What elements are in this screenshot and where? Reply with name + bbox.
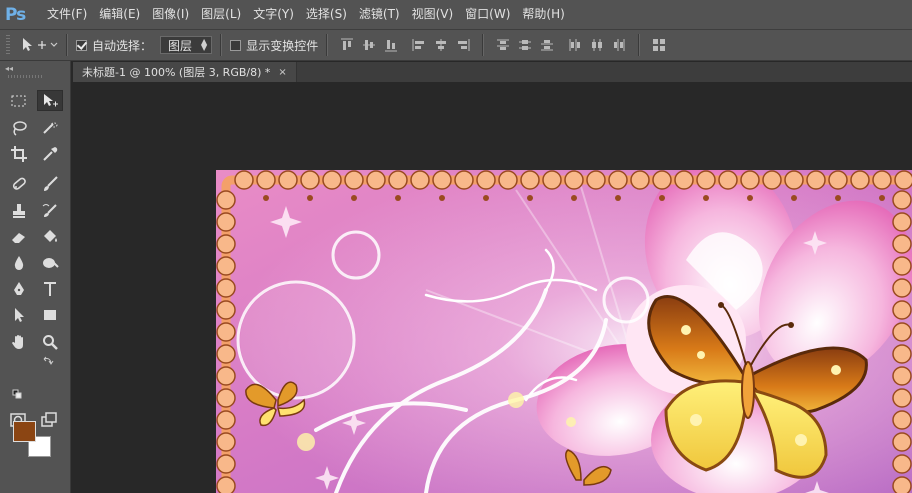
rect-marquee-tool-icon[interactable]: [6, 90, 32, 111]
path-selection-tool-icon[interactable]: [6, 304, 32, 325]
zoom-tool-icon[interactable]: [37, 331, 63, 352]
separator: [482, 34, 485, 56]
menu-bar: Ps 文件(F) 编辑(E) 图像(I) 图层(L) 文字(Y) 选择(S) 滤…: [0, 0, 912, 29]
move-tool-icon[interactable]: [37, 90, 63, 111]
auto-align-layers-icon[interactable]: [652, 38, 666, 52]
type-tool-icon[interactable]: [37, 278, 63, 299]
tools-panel: ◂◂: [0, 61, 71, 493]
collapse-icon[interactable]: ◂◂: [5, 64, 13, 73]
align-top-edges-icon[interactable]: [340, 38, 354, 52]
move-tool-icon: [23, 38, 46, 51]
tools-panel-grip[interactable]: [8, 75, 44, 78]
auto-select-value: 图层: [168, 38, 193, 53]
align-left-edges-icon[interactable]: [412, 38, 426, 52]
menu-file[interactable]: 文件(F): [41, 0, 93, 29]
distribute-top-icon[interactable]: [496, 38, 510, 52]
show-transform-label: 显示变换控件: [246, 38, 319, 53]
blur-tool-icon[interactable]: [6, 252, 32, 273]
menu-image[interactable]: 图像(I): [146, 0, 195, 29]
spot-healing-brush-tool-icon[interactable]: [6, 173, 32, 194]
butterfly-artwork-image: [216, 170, 912, 493]
tool-preset-picker[interactable]: [20, 37, 58, 53]
select-arrows-icon: ▲ ▼: [201, 37, 208, 52]
separator: [638, 34, 641, 56]
distribute-bottom-icon[interactable]: [540, 38, 554, 52]
options-bar-grip[interactable]: [6, 35, 10, 55]
close-icon[interactable]: ×: [278, 67, 286, 78]
align-horizontal-centers-icon[interactable]: [434, 38, 448, 52]
foreground-color-swatch[interactable]: [13, 421, 36, 442]
rectangle-tool-icon[interactable]: [37, 304, 63, 325]
menu-type[interactable]: 文字(Y): [247, 0, 300, 29]
menu-view[interactable]: 视图(V): [406, 0, 460, 29]
options-bar: 自动选择： 图层 ▲ ▼ 显示变换控件: [0, 29, 912, 61]
clone-stamp-tool-icon[interactable]: [6, 200, 32, 221]
quick-selection-tool-icon[interactable]: [37, 117, 63, 138]
document-tab-title: 未标题-1 @ 100% (图层 3, RGB/8) *: [82, 66, 271, 79]
swap-colors-icon[interactable]: [42, 356, 54, 366]
photoshop-logo: Ps: [5, 4, 26, 25]
separator: [220, 34, 223, 56]
document-canvas[interactable]: [216, 170, 912, 493]
align-right-edges-icon[interactable]: [456, 38, 470, 52]
distribute-vertical-centers-icon[interactable]: [518, 38, 532, 52]
brush-tool-icon[interactable]: [37, 173, 63, 194]
separator: [66, 34, 68, 56]
menu-filter[interactable]: 滤镜(T): [353, 0, 406, 29]
menu-help[interactable]: 帮助(H): [516, 0, 570, 29]
menu-layer[interactable]: 图层(L): [195, 0, 247, 29]
default-colors-icon[interactable]: [12, 389, 22, 399]
show-transform-checkbox[interactable]: [230, 39, 242, 51]
eyedropper-tool-icon[interactable]: [37, 143, 63, 164]
history-brush-tool-icon[interactable]: [37, 200, 63, 221]
paint-bucket-tool-icon[interactable]: [37, 226, 63, 247]
chevron-down-icon: [50, 42, 58, 47]
screen-mode-icon[interactable]: [36, 409, 62, 430]
menu-select[interactable]: 选择(S): [300, 0, 353, 29]
distribute-horizontal-centers-icon[interactable]: [590, 38, 604, 52]
align-vertical-centers-icon[interactable]: [362, 38, 376, 52]
distribute-left-icon[interactable]: [568, 38, 582, 52]
crop-tool-icon[interactable]: [6, 143, 32, 164]
auto-select-dropdown[interactable]: 图层 ▲ ▼: [160, 36, 213, 54]
align-bottom-edges-icon[interactable]: [384, 38, 398, 52]
tab-strip: [297, 62, 912, 82]
hand-tool-icon[interactable]: [6, 331, 32, 352]
dodge-tool-icon[interactable]: [37, 252, 63, 273]
menu-edit[interactable]: 编辑(E): [93, 0, 146, 29]
eraser-tool-icon[interactable]: [6, 226, 32, 247]
separator: [326, 34, 329, 56]
document-tab[interactable]: 未标题-1 @ 100% (图层 3, RGB/8) * ×: [73, 62, 297, 82]
menu-window[interactable]: 窗口(W): [459, 0, 516, 29]
distribute-right-icon[interactable]: [612, 38, 626, 52]
lasso-tool-icon[interactable]: [6, 117, 32, 138]
pen-tool-icon[interactable]: [6, 278, 32, 299]
auto-select-checkbox[interactable]: [76, 39, 87, 51]
auto-select-label: 自动选择：: [92, 38, 153, 53]
